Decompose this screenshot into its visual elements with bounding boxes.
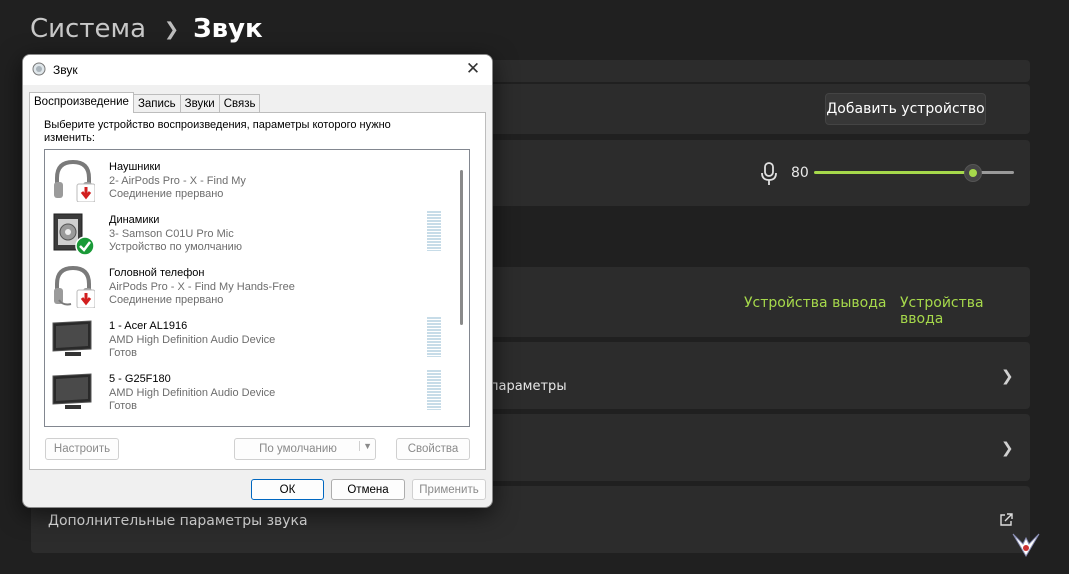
device-name: Динамики bbox=[109, 214, 160, 226]
monitor-icon bbox=[51, 370, 95, 414]
list-item[interactable]: Наушники 2- AirPods Pro - X - Find My Со… bbox=[45, 152, 455, 205]
device-status: Соединение прервано bbox=[109, 188, 224, 200]
dialog-titlebar[interactable]: Звук ✕ bbox=[23, 55, 492, 85]
monitor-icon bbox=[51, 317, 95, 361]
volume-slider-thumb[interactable] bbox=[964, 164, 982, 182]
tab-playback[interactable]: Воспроизведение bbox=[29, 92, 134, 113]
page-title: Звук bbox=[193, 14, 263, 44]
device-description: AMD High Definition Audio Device bbox=[109, 387, 276, 399]
device-description: AirPods Pro - X - Find My Hands-Free bbox=[109, 281, 295, 293]
list-item[interactable]: 1 - Acer AL1916 AMD High Definition Audi… bbox=[45, 311, 455, 364]
microphone-icon bbox=[760, 162, 778, 190]
device-name: Наушники bbox=[109, 161, 161, 173]
device-status: Готов bbox=[109, 347, 137, 359]
playback-tab-panel: Выберите устройство воспроизведения, пар… bbox=[29, 112, 486, 470]
list-item[interactable]: 5 - G25F180 AMD High Definition Audio De… bbox=[45, 364, 455, 417]
device-status: Готов bbox=[109, 400, 137, 412]
breadcrumb: Система ❯ Звук bbox=[30, 14, 263, 44]
device-name: Головной телефон bbox=[109, 267, 205, 279]
volume-slider-rest bbox=[980, 171, 1014, 174]
list-item[interactable]: Головной телефон AirPods Pro - X - Find … bbox=[45, 258, 455, 311]
breadcrumb-parent[interactable]: Система bbox=[30, 14, 146, 44]
volume-slider[interactable] bbox=[814, 164, 1014, 182]
external-link-icon bbox=[999, 512, 1013, 531]
chevron-down-icon[interactable]: ▼ bbox=[359, 441, 372, 451]
headphones-icon bbox=[51, 158, 96, 203]
chevron-right-icon: ❯ bbox=[1001, 367, 1014, 385]
device-status: Соединение прервано bbox=[109, 294, 224, 306]
volume-value: 80 bbox=[791, 165, 809, 181]
more-sound-settings-label: Дополнительные параметры звука bbox=[48, 513, 308, 529]
scrollbar-thumb[interactable] bbox=[460, 170, 463, 325]
sound-dialog: Звук ✕ Воспроизведение Запись Звуки Связ… bbox=[22, 54, 493, 508]
configure-button[interactable]: Настроить bbox=[45, 438, 119, 460]
volume-meter bbox=[427, 317, 441, 357]
apply-button[interactable]: Применить bbox=[412, 479, 486, 500]
volume-slider-fill bbox=[814, 171, 966, 174]
ok-button[interactable]: ОК bbox=[251, 479, 324, 500]
input-devices-link[interactable]: Устройства ввода bbox=[900, 295, 1030, 327]
device-list-scrollbar[interactable] bbox=[455, 150, 469, 426]
set-default-button[interactable]: По умолчанию ▼ bbox=[234, 438, 376, 460]
dialog-tabs: Воспроизведение Запись Звуки Связь bbox=[29, 92, 261, 113]
device-description: 3- Samson C01U Pro Mic bbox=[109, 228, 234, 240]
dialog-title: Звук bbox=[53, 63, 78, 77]
set-default-label: По умолчанию bbox=[259, 443, 337, 455]
output-devices-link[interactable]: Устройства вывода bbox=[744, 295, 886, 311]
add-device-button[interactable]: Добавить устройство bbox=[825, 93, 986, 125]
tab-recording[interactable]: Запись bbox=[132, 94, 181, 113]
tab-communications[interactable]: Связь bbox=[218, 94, 261, 113]
volume-meter bbox=[427, 370, 441, 410]
sound-app-icon bbox=[32, 62, 46, 76]
close-icon[interactable]: ✕ bbox=[462, 59, 484, 79]
device-name: 1 - Acer AL1916 bbox=[109, 320, 188, 332]
watermark-logo-icon bbox=[1009, 530, 1043, 566]
device-list[interactable]: Наушники 2- AirPods Pro - X - Find My Со… bbox=[44, 149, 470, 427]
cancel-button[interactable]: Отмена bbox=[331, 479, 405, 500]
settings-row-text: параметры bbox=[490, 379, 567, 394]
volume-meter bbox=[427, 211, 441, 251]
device-status: Устройство по умолчанию bbox=[109, 241, 243, 253]
tab-sounds[interactable]: Звуки bbox=[179, 94, 220, 113]
headset-icon bbox=[51, 264, 96, 309]
instruction-text: Выберите устройство воспроизведения, пар… bbox=[44, 119, 391, 144]
device-name: 5 - G25F180 bbox=[109, 373, 171, 385]
chevron-right-icon: ❯ bbox=[1001, 439, 1014, 457]
list-item[interactable]: Динамики 3- Samson C01U Pro Mic Устройст… bbox=[45, 205, 455, 258]
device-description: AMD High Definition Audio Device bbox=[109, 334, 276, 346]
speaker-icon bbox=[51, 211, 95, 256]
device-description: 2- AirPods Pro - X - Find My bbox=[109, 175, 246, 187]
chevron-right-icon: ❯ bbox=[164, 18, 180, 40]
properties-button[interactable]: Свойства bbox=[396, 438, 470, 460]
